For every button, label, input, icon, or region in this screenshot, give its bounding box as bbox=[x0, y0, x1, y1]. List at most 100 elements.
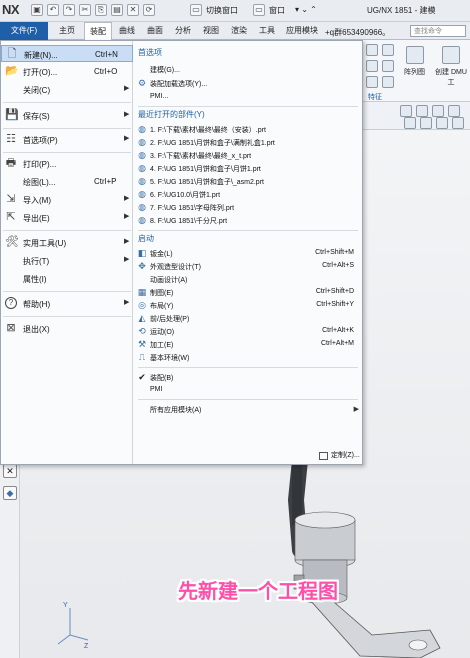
tab-home[interactable]: 主页 bbox=[52, 22, 82, 40]
launch-animation[interactable]: 动画设计(A) bbox=[134, 273, 362, 286]
submenu-arrow-icon: ▶ bbox=[124, 135, 130, 142]
submenu-arrow-icon: ▶ bbox=[124, 213, 130, 220]
all-applications[interactable]: 所有应用模块(A) ▶ bbox=[134, 403, 362, 416]
tab-assembly[interactable]: 装配 bbox=[84, 22, 112, 41]
customize-button[interactable]: 定制(Z)... bbox=[314, 449, 362, 463]
close-icon[interactable]: ✕ bbox=[3, 464, 17, 478]
menu-item-plot[interactable]: 绘图(L)... Ctrl+P bbox=[1, 173, 133, 190]
menu-item-exit[interactable]: ⊠ 退出(X) bbox=[1, 320, 133, 337]
delete-icon[interactable]: ✕ bbox=[127, 4, 139, 16]
launch-basic-environment[interactable]: ⎍ 基本环境(W) bbox=[134, 351, 362, 364]
save-icon[interactable]: ▣ bbox=[31, 4, 43, 16]
window-dropdown-icon[interactable]: ▾ ⌄ ⌃ bbox=[295, 5, 317, 14]
view-icon[interactable] bbox=[448, 105, 460, 117]
switch-window-label[interactable]: 切换窗口 bbox=[206, 5, 238, 16]
recent-part-item[interactable]: ◍ 5. F:\UG 1851\月饼和盒子\_asm2.prt bbox=[134, 175, 362, 188]
menu-item-save[interactable]: 💾 保存(S) ▶ bbox=[1, 107, 133, 124]
nx-logo: NX bbox=[2, 2, 20, 17]
file-menu: 🗋 新建(N)... Ctrl+N 📂 打开(O)... Ctrl+O 关闭(C… bbox=[0, 40, 363, 465]
view-icon[interactable] bbox=[404, 117, 416, 129]
recent-part-item[interactable]: ◍ 3. F:\下载\素材\最终\最终_x_t.prt bbox=[134, 149, 362, 162]
ribbon-panel: 阵列图 创建 DMU 工 特征 bbox=[362, 40, 470, 102]
menu-item-properties[interactable]: 属性(I) bbox=[1, 270, 133, 287]
switch-window-icon[interactable]: ▭ bbox=[190, 4, 202, 16]
print-icon: 🖶 bbox=[5, 157, 17, 169]
tab-analysis[interactable]: 分析 bbox=[170, 22, 196, 40]
launch-layout[interactable]: ◎ 布局(Y) Ctrl+Shift+Y bbox=[134, 299, 362, 312]
tab-surface[interactable]: 曲面 bbox=[142, 22, 168, 40]
menu-item-export[interactable]: ⇱ 导出(E) ▶ bbox=[1, 209, 133, 226]
menu-item-close[interactable]: 关闭(C) ▶ bbox=[1, 81, 133, 98]
view-icon[interactable] bbox=[452, 117, 464, 129]
pattern-label[interactable]: 阵列图 bbox=[404, 67, 425, 77]
view-icon[interactable] bbox=[416, 105, 428, 117]
menu-item-print[interactable]: 🖶 打印(P)... bbox=[1, 155, 133, 172]
gear-icon[interactable] bbox=[382, 44, 394, 56]
tab-curve[interactable]: 曲线 bbox=[114, 22, 140, 40]
pref-pmi[interactable]: PMI... bbox=[134, 91, 362, 104]
recent-part-item[interactable]: ◍ 2. F:\UG 1851\月饼和盒子\满制礼盒1.prt bbox=[134, 136, 362, 149]
dmu-label[interactable]: 创建 DMU 工 bbox=[433, 67, 469, 87]
launch-shape-studio[interactable]: ✥ 外观造型设计(T) Ctrl+Alt+S bbox=[134, 260, 362, 273]
tab-file[interactable]: 文件(F) bbox=[0, 22, 48, 40]
component-icon[interactable] bbox=[382, 60, 394, 72]
launch-pre-post[interactable]: ◭ 前/后处理(P) bbox=[134, 312, 362, 325]
launch-motion[interactable]: ⟲ 运动(O) Ctrl+Alt+K bbox=[134, 325, 362, 338]
constraint-icon[interactable] bbox=[382, 76, 394, 88]
window-menu-label[interactable]: 窗口 bbox=[269, 5, 285, 16]
part-file-icon: ◍ bbox=[138, 150, 146, 160]
component-icon[interactable] bbox=[366, 60, 378, 72]
exit-icon: ⊠ bbox=[6, 322, 16, 334]
menu-item-execute[interactable]: 执行(T) ▶ bbox=[1, 252, 133, 269]
menu-separator bbox=[138, 367, 358, 368]
repeat-command-icon[interactable]: ⟳ bbox=[143, 4, 155, 16]
menu-item-preferences[interactable]: ☷ 首选项(P) ▶ bbox=[1, 131, 133, 148]
tab-render[interactable]: 渲染 bbox=[226, 22, 252, 40]
constraint-icon[interactable] bbox=[366, 76, 378, 88]
cut-icon[interactable]: ✂ bbox=[79, 4, 91, 16]
menu-item-open[interactable]: 📂 打开(O)... Ctrl+O bbox=[1, 63, 133, 80]
app-assembly-toggle[interactable]: ✔ 装配(B) bbox=[134, 371, 362, 384]
launch-sheet-metal[interactable]: ◧ 钣金(L) Ctrl+Shift+M bbox=[134, 247, 362, 260]
recent-part-item[interactable]: ◍ 7. F:\UG 1851\字母阵列.prt bbox=[134, 201, 362, 214]
redo-icon[interactable]: ↷ bbox=[63, 4, 75, 16]
recent-part-item[interactable]: ◍ 6. F:\UG10.0\月饼1.prt bbox=[134, 188, 362, 201]
launch-manufacturing[interactable]: ⚒ 加工(E) Ctrl+Alt+M bbox=[134, 338, 362, 351]
tutorial-caption: 先新建一个工程图 bbox=[178, 581, 338, 603]
command-search-input[interactable] bbox=[410, 25, 466, 37]
gear-icon[interactable] bbox=[366, 44, 378, 56]
tab-applications[interactable]: 应用模块 bbox=[282, 22, 322, 40]
view-icon[interactable] bbox=[400, 105, 412, 117]
menu-item-help[interactable]: ? 帮助(H) ▶ bbox=[1, 295, 133, 312]
recent-part-item[interactable]: ◍ 1. F:\下载\素材\最终\最终（安装）.prt bbox=[134, 123, 362, 136]
window-icon[interactable]: ▭ bbox=[253, 4, 265, 16]
launch-drafting[interactable]: ▦ 制图(E) Ctrl+Shift+D bbox=[134, 286, 362, 299]
pre-post-icon: ◭ bbox=[138, 313, 146, 323]
menu-item-new[interactable]: 🗋 新建(N)... Ctrl+N bbox=[1, 45, 133, 62]
part-file-icon: ◍ bbox=[138, 202, 146, 212]
pref-assembly-load-options[interactable]: ⚙ 装配加载选项(Y)... bbox=[134, 77, 362, 90]
pattern-icon[interactable] bbox=[406, 46, 424, 64]
copy-icon[interactable]: ⎘ bbox=[95, 4, 107, 16]
app-pmi-toggle[interactable]: PMI bbox=[134, 384, 362, 397]
undo-icon[interactable]: ↶ bbox=[47, 4, 59, 16]
menu-item-import[interactable]: ⇲ 导入(M) ▶ bbox=[1, 191, 133, 208]
pref-modeling[interactable]: 建模(G)... bbox=[134, 63, 362, 76]
submenu-arrow-icon: ▶ bbox=[124, 256, 130, 263]
view-icon[interactable] bbox=[420, 117, 432, 129]
recent-part-item[interactable]: ◍ 8. F:\UG 1851\千分尺.prt bbox=[134, 214, 362, 227]
paste-icon[interactable]: ▤ bbox=[111, 4, 123, 16]
svg-text:Z: Z bbox=[84, 643, 89, 650]
tab-view[interactable]: 视图 bbox=[198, 22, 224, 40]
recent-part-item[interactable]: ◍ 4. F:\UG 1851\月饼和盒子\月饼1.prt bbox=[134, 162, 362, 175]
menu-item-utilities[interactable]: 🛠 实用工具(U) ▶ bbox=[1, 234, 133, 251]
new-file-icon: 🗋 bbox=[7, 48, 17, 60]
svg-text:Y: Y bbox=[63, 602, 68, 609]
view-icon[interactable] bbox=[436, 117, 448, 129]
tab-tools[interactable]: 工具 bbox=[254, 22, 280, 40]
dmu-icon[interactable] bbox=[442, 46, 460, 64]
drafting-icon: ▦ bbox=[137, 287, 147, 297]
shape-icon[interactable]: ◆ bbox=[3, 486, 17, 500]
view-icon[interactable] bbox=[432, 105, 444, 117]
layout-icon: ◎ bbox=[138, 300, 146, 310]
